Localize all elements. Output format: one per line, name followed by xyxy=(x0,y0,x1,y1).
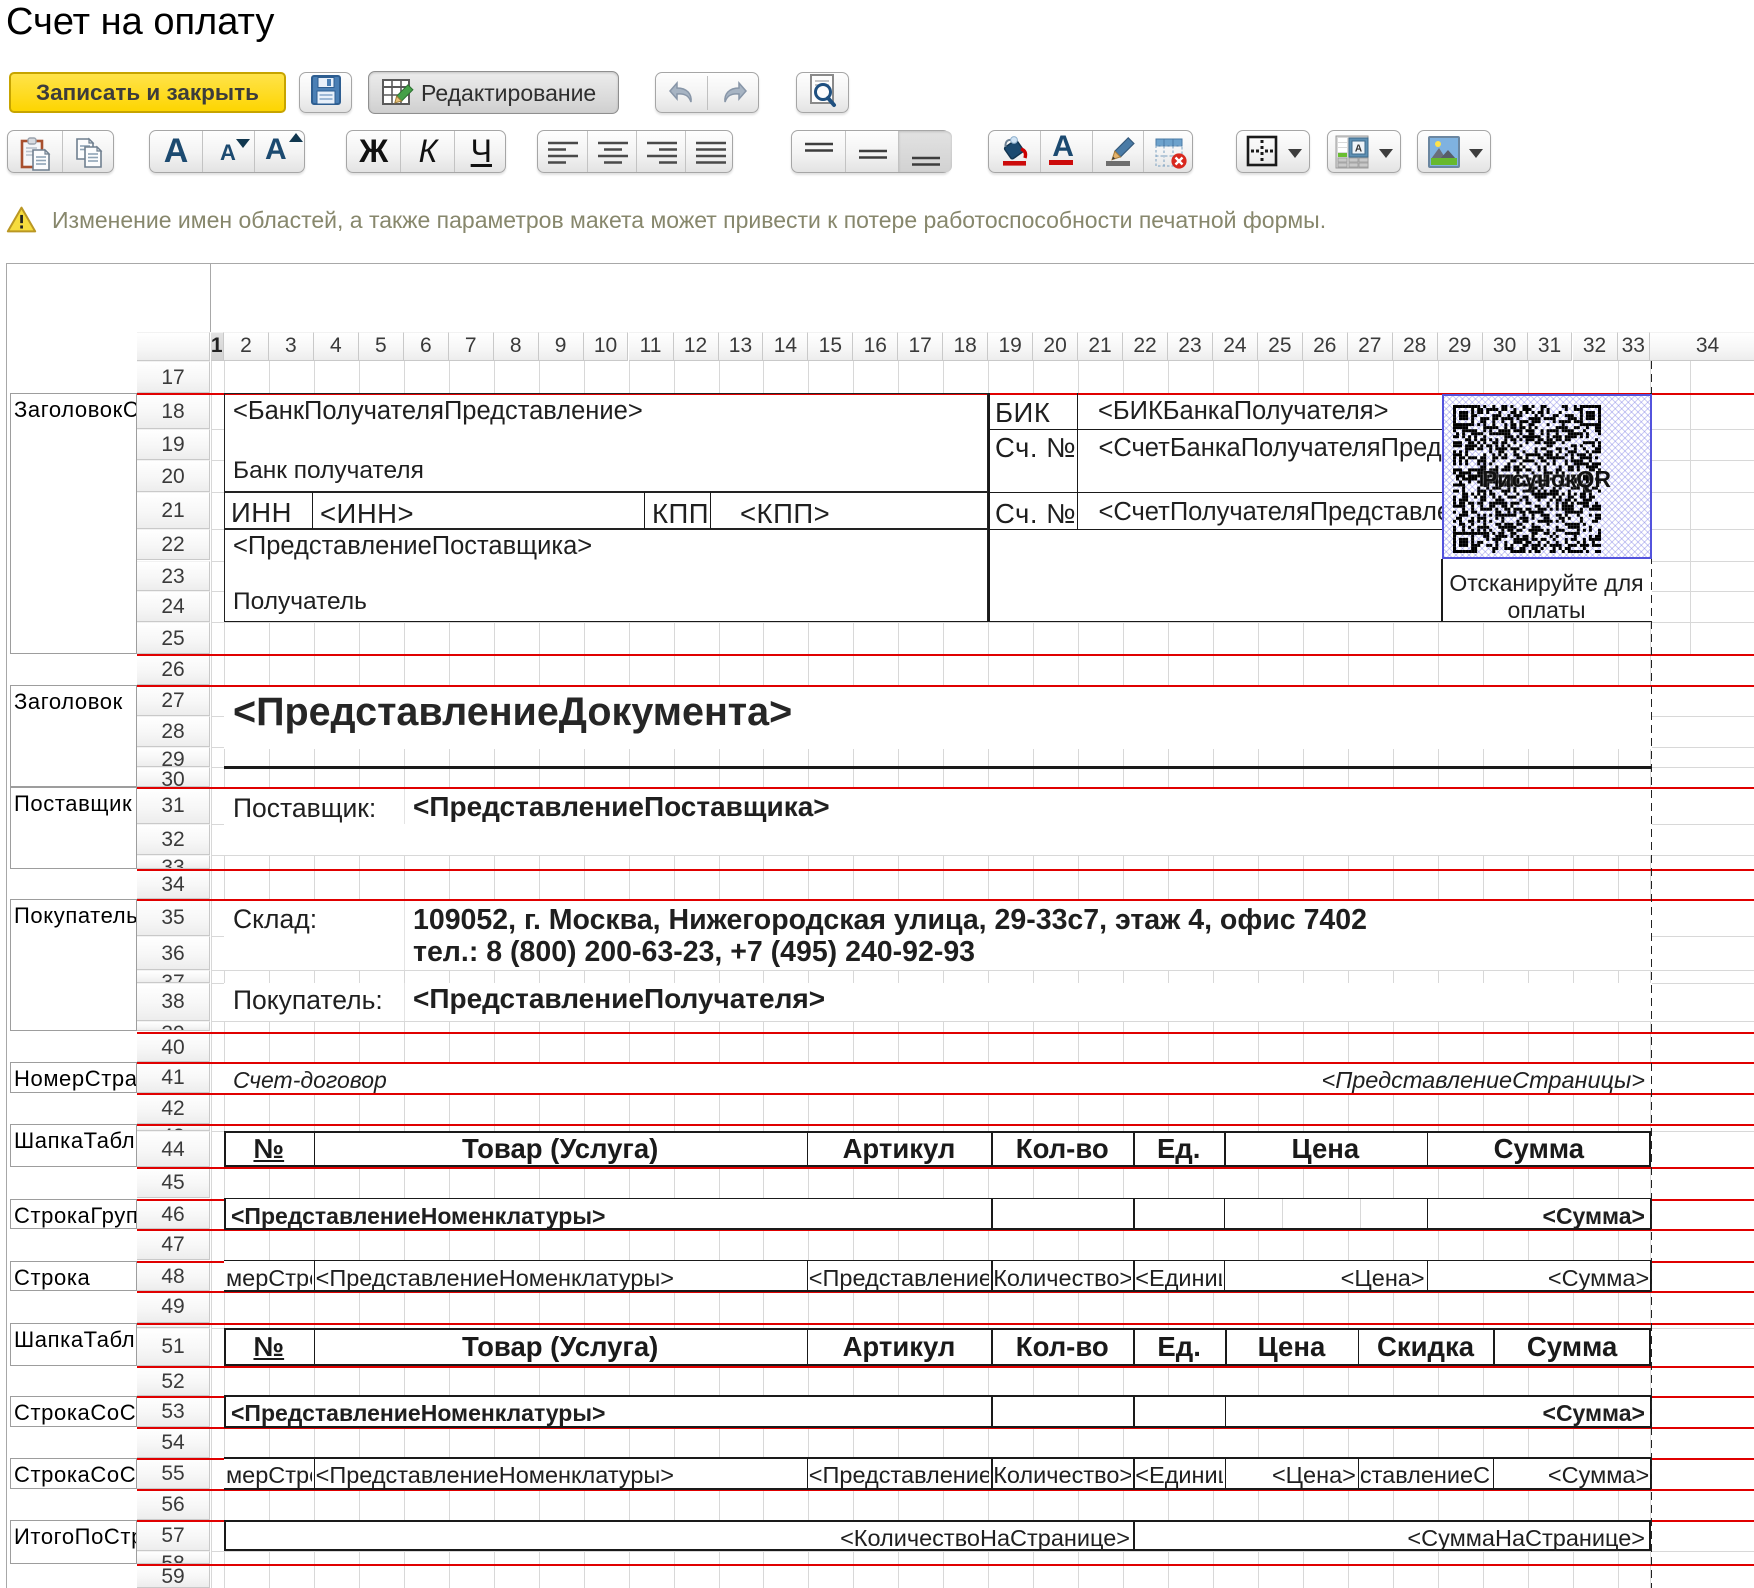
svg-text:А: А xyxy=(1355,144,1362,155)
